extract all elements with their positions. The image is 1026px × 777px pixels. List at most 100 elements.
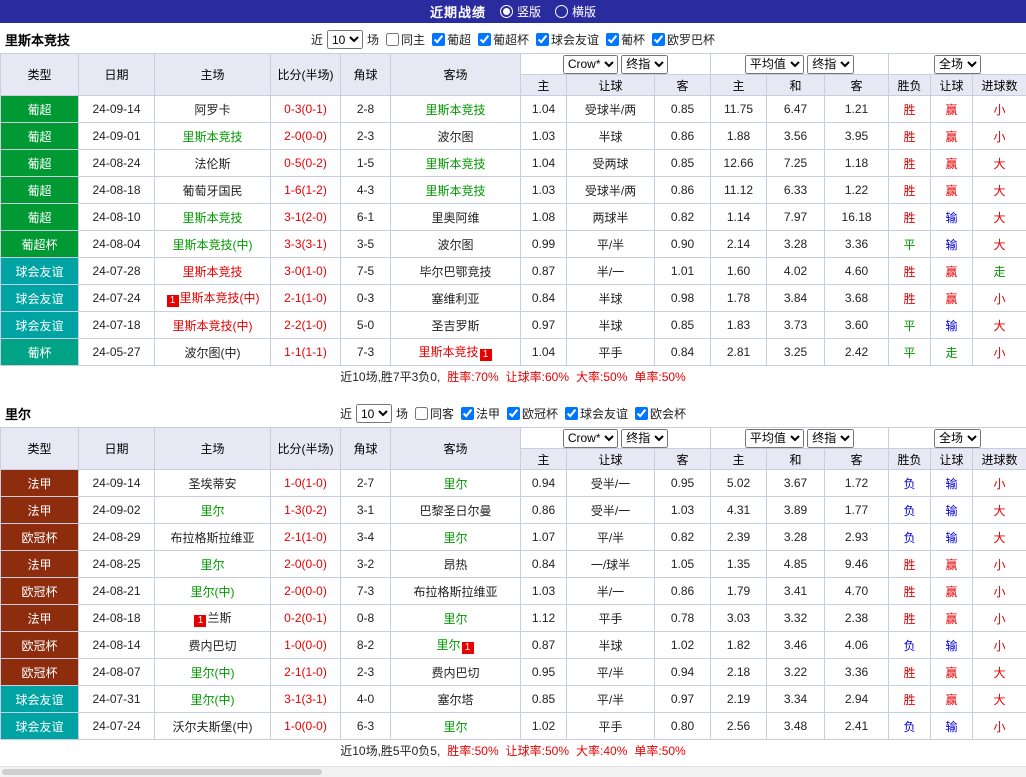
bookmaker-select[interactable]: Crow* xyxy=(563,429,618,448)
filter-checkbox-同客[interactable]: 同客 xyxy=(415,405,454,422)
team-link[interactable]: 葡萄牙国民 xyxy=(182,184,242,198)
checkbox-input[interactable] xyxy=(536,33,549,46)
league-cell[interactable]: 法甲 xyxy=(1,470,79,497)
league-cell[interactable]: 球会友谊 xyxy=(1,258,79,285)
filter-checkbox-欧冠杯[interactable]: 欧冠杯 xyxy=(507,405,558,422)
checkbox-input[interactable] xyxy=(478,33,491,46)
team-link[interactable]: 布拉格斯拉维亚 xyxy=(413,585,497,599)
scope-select[interactable]: 全场 xyxy=(934,429,981,448)
league-cell[interactable]: 欧冠杯 xyxy=(1,524,79,551)
team-link[interactable]: 里斯本竞技 xyxy=(182,211,242,225)
team-link[interactable]: 里尔 xyxy=(443,531,467,545)
horizontal-scrollbar[interactable] xyxy=(0,766,1026,777)
score-cell[interactable]: 1-0(1-0) xyxy=(271,470,341,497)
league-cell[interactable]: 葡超 xyxy=(1,123,79,150)
bookmaker-select[interactable]: Crow* xyxy=(563,55,618,74)
team-link[interactable]: 里斯本竞技 xyxy=(182,265,242,279)
team-link[interactable]: 波尔图(中) xyxy=(185,346,241,360)
team-link[interactable]: 里斯本竞技(中) xyxy=(173,238,253,252)
team-link[interactable]: 兰斯 xyxy=(207,611,231,625)
team-link[interactable]: 圣吉罗斯 xyxy=(431,319,479,333)
team-link[interactable]: 里斯本竞技 xyxy=(425,103,485,117)
filter-checkbox-欧会杯[interactable]: 欧会杯 xyxy=(635,405,686,422)
league-cell[interactable]: 法甲 xyxy=(1,497,79,524)
filter-checkbox-球会友谊[interactable]: 球会友谊 xyxy=(565,405,628,422)
score-cell[interactable]: 3-0(1-0) xyxy=(271,258,341,285)
league-cell[interactable]: 葡超 xyxy=(1,177,79,204)
team-link[interactable]: 里斯本竞技 xyxy=(425,157,485,171)
team-link[interactable]: 波尔图 xyxy=(437,130,473,144)
ah-odds-type-select[interactable]: 终指 xyxy=(621,429,668,448)
team-link[interactable]: 昂热 xyxy=(443,558,467,572)
team-link[interactable]: 里奥阿维 xyxy=(431,211,479,225)
checkbox-input[interactable] xyxy=(652,33,665,46)
score-cell[interactable]: 1-3(0-2) xyxy=(271,497,341,524)
score-cell[interactable]: 1-0(0-0) xyxy=(271,632,341,659)
league-cell[interactable]: 葡超杯 xyxy=(1,231,79,258)
checkbox-input[interactable] xyxy=(507,407,520,420)
filter-checkbox-葡超杯[interactable]: 葡超杯 xyxy=(478,31,529,48)
team-link[interactable]: 费内巴切 xyxy=(431,666,479,680)
europe-odds-select[interactable]: 平均值 xyxy=(745,429,804,448)
team-link[interactable]: 毕尔巴鄂竞技 xyxy=(419,265,491,279)
league-cell[interactable]: 球会友谊 xyxy=(1,312,79,339)
checkbox-input[interactable] xyxy=(461,407,474,420)
scrollbar-thumb[interactable] xyxy=(2,769,322,775)
eu-odds-type-select[interactable]: 终指 xyxy=(807,429,854,448)
score-cell[interactable]: 3-3(3-1) xyxy=(271,231,341,258)
team-link[interactable]: 里斯本竞技 xyxy=(425,184,485,198)
team-link[interactable]: 布拉格斯拉维亚 xyxy=(170,531,254,545)
team-link[interactable]: 圣埃蒂安 xyxy=(188,477,236,491)
checkbox-input[interactable] xyxy=(565,407,578,420)
league-cell[interactable]: 欧冠杯 xyxy=(1,659,79,686)
team-link[interactable]: 阿罗卡 xyxy=(194,103,230,117)
filter-checkbox-欧罗巴杯[interactable]: 欧罗巴杯 xyxy=(652,31,715,48)
league-cell[interactable]: 球会友谊 xyxy=(1,285,79,312)
team-link[interactable]: 里尔(中) xyxy=(191,666,235,680)
team-link[interactable]: 塞维利亚 xyxy=(431,292,479,306)
scope-select[interactable]: 全场 xyxy=(934,55,981,74)
checkbox-input[interactable] xyxy=(432,33,445,46)
team-link[interactable]: 沃尔夫斯堡(中) xyxy=(173,720,253,734)
team-link[interactable]: 里尔(中) xyxy=(191,693,235,707)
league-cell[interactable]: 欧冠杯 xyxy=(1,632,79,659)
team-link[interactable]: 里尔 xyxy=(200,504,224,518)
team-link[interactable]: 里尔 xyxy=(436,638,460,652)
filter-checkbox-葡超[interactable]: 葡超 xyxy=(432,31,471,48)
match-count-select[interactable]: 10 xyxy=(356,404,392,423)
checkbox-input[interactable] xyxy=(386,33,399,46)
team-link[interactable]: 里斯本竞技(中) xyxy=(173,319,253,333)
score-cell[interactable]: 0-5(0-2) xyxy=(271,150,341,177)
score-cell[interactable]: 1-6(1-2) xyxy=(271,177,341,204)
europe-odds-select[interactable]: 平均值 xyxy=(745,55,804,74)
league-cell[interactable]: 葡杯 xyxy=(1,339,79,366)
layout-radio-vertical[interactable]: 竖版 xyxy=(500,3,541,20)
team-link[interactable]: 里斯本竞技 xyxy=(182,130,242,144)
team-link[interactable]: 巴黎圣日尔曼 xyxy=(419,504,491,518)
team-link[interactable]: 法伦斯 xyxy=(194,157,230,171)
filter-checkbox-球会友谊[interactable]: 球会友谊 xyxy=(536,31,599,48)
filter-checkbox-法甲[interactable]: 法甲 xyxy=(461,405,500,422)
checkbox-input[interactable] xyxy=(635,407,648,420)
league-cell[interactable]: 葡超 xyxy=(1,150,79,177)
team-link[interactable]: 里尔 xyxy=(200,558,224,572)
league-cell[interactable]: 葡超 xyxy=(1,96,79,123)
team-link[interactable]: 里尔 xyxy=(443,612,467,626)
checkbox-input[interactable] xyxy=(415,407,428,420)
team-link[interactable]: 里斯本竞技 xyxy=(418,345,478,359)
score-cell[interactable]: 0-3(0-1) xyxy=(271,96,341,123)
team-link[interactable]: 里尔 xyxy=(443,720,467,734)
score-cell[interactable]: 3-1(2-0) xyxy=(271,204,341,231)
score-cell[interactable]: 2-1(1-0) xyxy=(271,659,341,686)
score-cell[interactable]: 2-2(1-0) xyxy=(271,312,341,339)
score-cell[interactable]: 3-1(3-1) xyxy=(271,686,341,713)
league-cell[interactable]: 欧冠杯 xyxy=(1,578,79,605)
filter-checkbox-同主[interactable]: 同主 xyxy=(386,31,425,48)
checkbox-input[interactable] xyxy=(606,33,619,46)
score-cell[interactable]: 2-1(1-0) xyxy=(271,524,341,551)
team-link[interactable]: 里尔 xyxy=(443,477,467,491)
score-cell[interactable]: 1-0(0-0) xyxy=(271,713,341,740)
layout-radio-horizontal[interactable]: 横版 xyxy=(555,3,596,20)
league-cell[interactable]: 葡超 xyxy=(1,204,79,231)
league-cell[interactable]: 球会友谊 xyxy=(1,713,79,740)
